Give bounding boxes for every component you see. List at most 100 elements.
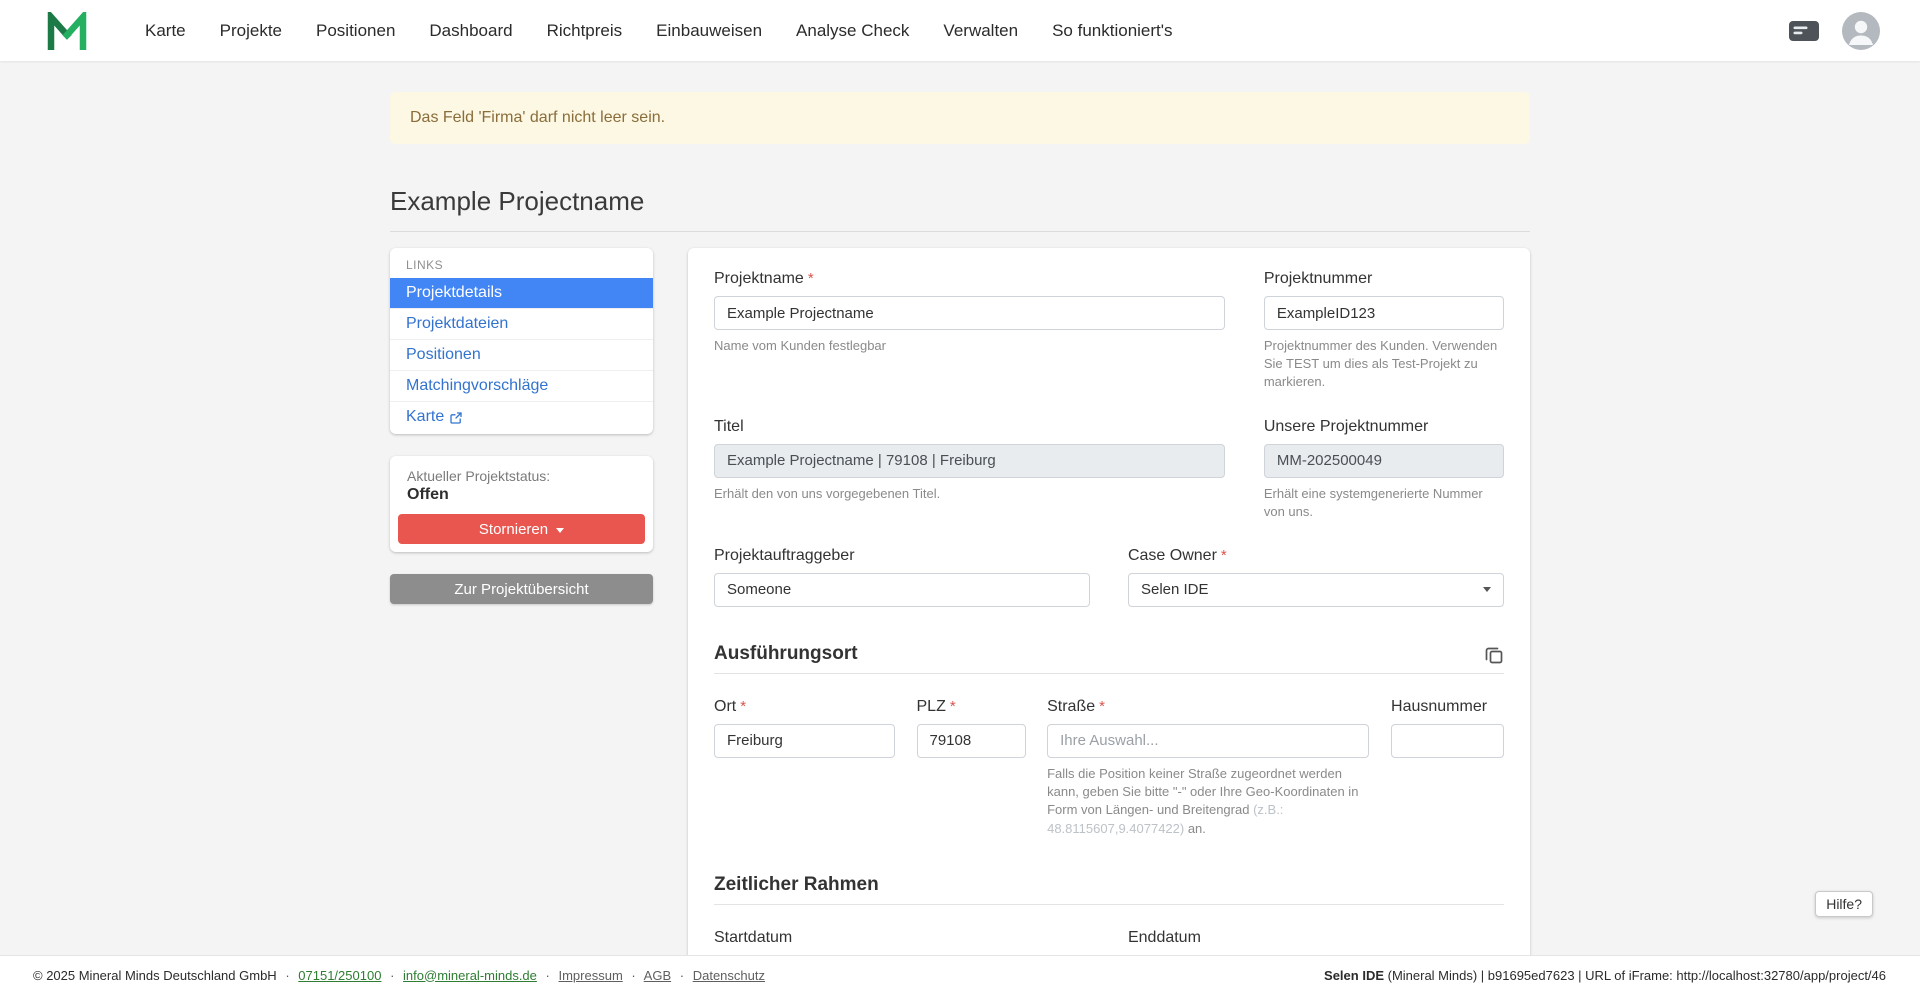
case-owner-select[interactable]: Selen IDE — [1128, 573, 1504, 607]
ort-input[interactable] — [714, 724, 895, 758]
startdatum-field: Startdatum — [714, 929, 1090, 955]
strasse-helper: Falls die Position keiner Straße zugeord… — [1047, 765, 1369, 838]
separator: · — [680, 968, 684, 983]
nav-so-funktionierts[interactable]: So funktioniert's — [1035, 0, 1189, 61]
unsere-projektnummer-field: Unsere Projektnummer Erhält eine systemg… — [1264, 418, 1504, 521]
projektnummer-label: Projektnummer — [1264, 270, 1504, 288]
mineral-minds-logo — [46, 12, 88, 50]
stornieren-button[interactable]: Stornieren — [398, 514, 645, 544]
separator: · — [390, 968, 394, 983]
enddatum-field: Enddatum — [1128, 929, 1504, 955]
alert-warning: Das Feld 'Firma' darf nicht leer sein. — [390, 92, 1530, 144]
separator: · — [285, 968, 289, 983]
user-avatar[interactable] — [1842, 12, 1880, 50]
section-divider — [714, 904, 1504, 905]
section-divider — [714, 673, 1504, 674]
titel-label: Titel — [714, 418, 1225, 436]
server-icon[interactable] — [1788, 18, 1820, 44]
projektname-input[interactable] — [714, 296, 1225, 330]
sidebar-item-label: Positionen — [406, 346, 481, 364]
startdatum-label: Startdatum — [714, 929, 1090, 947]
nav-karte[interactable]: Karte — [128, 0, 203, 61]
required-marker: * — [740, 698, 746, 715]
sidebar-item-label: Projektdetails — [406, 284, 502, 302]
strasse-label: Straße* — [1047, 698, 1369, 716]
hausnummer-input[interactable] — [1391, 724, 1504, 758]
page-body: Das Feld 'Firma' darf nicht leer sein. E… — [0, 61, 1920, 955]
required-marker: * — [808, 270, 814, 287]
page-title: Example Projectname — [390, 186, 1530, 217]
sidebar-item-karte[interactable]: Karte — [390, 401, 653, 432]
enddatum-label: Enddatum — [1128, 929, 1504, 947]
unsere-projektnummer-label: Unsere Projektnummer — [1264, 418, 1504, 436]
navbar-actions — [1788, 12, 1880, 50]
help-button[interactable]: Hilfe? — [1815, 891, 1873, 917]
footer-phone-link[interactable]: 07151/250100 — [298, 968, 381, 983]
hausnummer-label: Hausnummer — [1391, 698, 1504, 716]
projektauftraggeber-input[interactable] — [714, 573, 1090, 607]
title-divider — [390, 231, 1530, 232]
section-ausfuehrungsort: Ausführungsort — [714, 643, 858, 665]
sidebar-item-label: Karte — [406, 408, 444, 426]
titel-input — [714, 444, 1225, 478]
footer-impressum-link[interactable]: Impressum — [558, 968, 622, 983]
required-marker: * — [1221, 547, 1227, 564]
nav-analyse-check[interactable]: Analyse Check — [779, 0, 926, 61]
nav-dashboard[interactable]: Dashboard — [412, 0, 529, 61]
required-marker: * — [1099, 698, 1105, 715]
alert-message: Das Feld 'Firma' darf nicht leer sein. — [410, 109, 665, 126]
titel-helper: Erhält den von uns vorgegebenen Titel. — [714, 485, 1225, 503]
projektname-field: Projektname* Name vom Kunden festlegbar — [714, 270, 1225, 355]
footer-email-link[interactable]: info@mineral-minds.de — [403, 968, 537, 983]
hausnummer-field: Hausnummer — [1391, 698, 1504, 758]
strasse-field: Straße* Falls die Position keiner Straße… — [1047, 698, 1369, 838]
project-details-form: Projektname* Name vom Kunden festlegbar … — [688, 248, 1530, 955]
projektnummer-helper: Projektnummer des Kunden. Verwenden Sie … — [1264, 337, 1504, 392]
separator: · — [546, 968, 550, 983]
footer-datenschutz-link[interactable]: Datenschutz — [693, 968, 765, 983]
sidebar-item-positionen[interactable]: Positionen — [390, 339, 653, 370]
stornieren-label: Stornieren — [479, 521, 548, 538]
projektauftraggeber-field: Projektauftraggeber — [714, 547, 1090, 607]
footer: © 2025 Mineral Minds Deutschland GmbH · … — [0, 955, 1920, 994]
footer-left: © 2025 Mineral Minds Deutschland GmbH · … — [33, 968, 765, 983]
ort-field: Ort* — [714, 698, 895, 758]
chevron-down-icon — [1483, 587, 1491, 592]
sidebar-item-label: Projektdateien — [406, 315, 508, 333]
sidebar-item-projektdateien[interactable]: Projektdateien — [390, 308, 653, 339]
back-to-projects-button[interactable]: Zur Projektübersicht — [390, 574, 653, 604]
ort-label: Ort* — [714, 698, 895, 716]
status-label: Aktueller Projektstatus: — [390, 456, 653, 486]
plz-label: PLZ* — [917, 698, 1026, 716]
nav-projekte[interactable]: Projekte — [203, 0, 299, 61]
required-marker: * — [950, 698, 956, 715]
status-card: Aktueller Projektstatus: Offen Storniere… — [390, 456, 653, 552]
footer-agb-link[interactable]: AGB — [644, 968, 671, 983]
nav-verwalten[interactable]: Verwalten — [926, 0, 1035, 61]
strasse-input[interactable] — [1047, 724, 1369, 758]
main-nav: Karte Projekte Positionen Dashboard Rich… — [128, 0, 1190, 61]
nav-positionen[interactable]: Positionen — [299, 0, 412, 61]
sidebar-item-matchingvorschlaege[interactable]: Matchingvorschläge — [390, 370, 653, 401]
status-value: Offen — [390, 486, 653, 514]
links-header: LINKS — [390, 248, 653, 278]
sidebar-item-projektdetails[interactable]: Projektdetails — [390, 278, 653, 308]
external-link-icon — [450, 412, 462, 424]
projektname-helper: Name vom Kunden festlegbar — [714, 337, 1225, 355]
footer-user: Selen IDE — [1324, 968, 1384, 983]
case-owner-field: Case Owner* Selen IDE — [1128, 547, 1504, 607]
footer-session-info: Selen IDE (Mineral Minds) | b91695ed7623… — [1324, 968, 1886, 983]
plz-input[interactable] — [917, 724, 1026, 758]
unsere-projektnummer-helper: Erhält eine systemgenerierte Nummer von … — [1264, 485, 1504, 521]
separator: · — [631, 968, 635, 983]
links-card: LINKS Projektdetails Projektdateien Posi… — [390, 248, 653, 434]
section-zeitlicher-rahmen: Zeitlicher Rahmen — [714, 874, 879, 896]
case-owner-value: Selen IDE — [1141, 581, 1209, 598]
sidebar-item-label: Matchingvorschläge — [406, 377, 548, 395]
projektnummer-input[interactable] — [1264, 296, 1504, 330]
titel-field: Titel Erhält den von uns vorgegebenen Ti… — [714, 418, 1225, 503]
projektnummer-field: Projektnummer Projektnummer des Kunden. … — [1264, 270, 1504, 392]
copy-icon[interactable] — [1484, 645, 1504, 665]
nav-einbauweisen[interactable]: Einbauweisen — [639, 0, 779, 61]
nav-richtpreis[interactable]: Richtpreis — [530, 0, 640, 61]
